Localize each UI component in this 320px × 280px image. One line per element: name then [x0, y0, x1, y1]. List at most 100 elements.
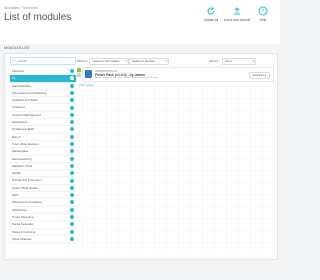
sidebar-item-label: Mobile [12, 171, 21, 176]
count-badge [70, 112, 74, 117]
sidebar-item-label: Emailing & SMS [12, 127, 34, 132]
sidebar-item-label: Taxes & Invoicing [12, 229, 36, 234]
search-input[interactable] [18, 58, 74, 64]
configure-button[interactable]: Configure ▾ [248, 71, 270, 79]
sort-label: Sort by [209, 59, 219, 63]
sidebar-item[interactable]: Content Management [10, 112, 76, 120]
sidebar-item-label: SEO [12, 193, 19, 198]
count-badge [70, 207, 74, 212]
modules-list-label: MODULES LIST [4, 46, 30, 50]
count-badge [70, 156, 74, 161]
sidebar-item[interactable]: Analytics and Stats [10, 97, 76, 105]
count-badge [70, 236, 74, 241]
count-badge [70, 171, 74, 176]
sidebar-item[interactable]: Merchandizing [10, 156, 76, 163]
count-badge [70, 134, 74, 139]
sidebar-item[interactable]: Checkout [10, 104, 76, 112]
count-badge [70, 83, 74, 88]
chevron-down-icon: ▾ [264, 73, 266, 77]
sidebar-item-label: Front office features [12, 141, 39, 146]
refresh-icon [207, 7, 215, 15]
sidebar-item-label: Checkout [12, 105, 25, 110]
sidebar-item[interactable]: Quick / Bulk update [10, 185, 76, 193]
count-badge [70, 229, 74, 234]
sort-select[interactable]: Name ▾ [222, 58, 256, 65]
count-badge [70, 76, 74, 81]
filter-label: Filter by [77, 59, 88, 63]
sidebar-item-label: Quick / Bulk update [12, 185, 39, 190]
sidebar-item-label: Marketplace [12, 149, 29, 154]
count-badge [70, 163, 74, 168]
count-badge [70, 193, 74, 198]
breadcrumb[interactable]: Modules / Services [4, 5, 38, 10]
sidebar-item-label: Administration [12, 83, 32, 88]
sidebar-item[interactable]: Front office features [10, 141, 76, 149]
count-badge [70, 90, 74, 95]
sidebar-item[interactable]: Social Networks [10, 221, 76, 229]
sidebar-item[interactable]: Migration Tools [10, 163, 76, 171]
count-badge [70, 105, 74, 110]
toolbar: Update All Add a new module ? Help [202, 6, 272, 22]
chevron-down-icon: ▾ [165, 60, 167, 63]
sidebar-item-label: Merchandizing [12, 156, 32, 161]
count-badge [70, 149, 74, 154]
sidebar-item-label: Pricing and Promotion [12, 178, 42, 183]
sidebar-item[interactable]: Other Modules [10, 236, 76, 244]
help-label: Help [259, 18, 267, 22]
help-button[interactable]: ? Help [254, 6, 272, 22]
sidebar-item-label: Social Networks [12, 222, 34, 227]
count-badge [70, 215, 74, 220]
page-title: List of modules [4, 12, 72, 23]
sidebar-item[interactable]: Emailing & SMS [10, 126, 76, 134]
sidebar-item-label: Smart Shopping [12, 214, 34, 219]
sidebar-item-label: Analytics and Stats [12, 98, 38, 103]
sidebar-item[interactable]: Taxes & Invoicing [10, 229, 76, 236]
module-item: ADMINISTRATION Power Pack (v1.0.0) - by … [82, 67, 274, 82]
configure-label: Configure [252, 73, 264, 77]
sidebar-item[interactable]: Administration [10, 83, 76, 90]
sort-value: Name [225, 60, 232, 63]
sidebar-item-label: All [12, 76, 16, 81]
count-badge [70, 98, 74, 103]
chevron-down-icon: ▾ [125, 60, 127, 63]
sidebar-item-label: Dashboard [12, 120, 27, 125]
upload-icon [234, 7, 240, 15]
sidebar-item[interactable]: Favorites [10, 68, 76, 76]
sidebar-item[interactable]: Mobile [10, 170, 76, 178]
count-badge [70, 120, 74, 125]
sidebar-item-label: Migration Tools [12, 163, 33, 168]
grid-view-icon[interactable] [77, 68, 81, 72]
list-view-icon[interactable] [77, 73, 81, 77]
search-icon [13, 59, 16, 62]
category-list: Favorites All Administration Advertising an… [10, 68, 76, 244]
module-description: Allows to increase the shop's features a… [95, 76, 159, 79]
module-logo [85, 70, 92, 78]
count-badge [70, 222, 74, 227]
sidebar-item[interactable]: SEO [10, 192, 76, 200]
add-module-label: Add a new module [223, 18, 251, 22]
sidebar-item[interactable]: Export [10, 134, 76, 141]
count-badge [70, 69, 74, 74]
sidebar-item[interactable]: Pricing and Promotion [10, 177, 76, 185]
sidebar-item-label: Export [12, 134, 21, 139]
sidebar-item[interactable]: Dashboard [10, 119, 76, 127]
sidebar-item[interactable]: Slideshows [10, 207, 76, 214]
page-header: Modules / Services List of modules Updat… [0, 0, 280, 45]
search-box[interactable] [10, 57, 76, 65]
sidebar-item[interactable]: Smart Shopping [10, 214, 76, 222]
view-toggle [77, 68, 81, 78]
count-badge [70, 185, 74, 190]
update-all-label: Update All [203, 18, 219, 22]
sidebar-item[interactable]: Advertising and Marketing [10, 90, 76, 98]
chevron-down-icon: ▾ [252, 60, 254, 63]
status-filter-select[interactable]: Enabled & Disabled ▾ [129, 58, 169, 65]
sidebar-item[interactable]: Shipping and Logistics [10, 199, 76, 207]
add-module-button[interactable]: Add a new module [224, 6, 250, 22]
help-icon: ? [258, 6, 268, 16]
count-badge [70, 127, 74, 132]
update-all-button[interactable]: Update All [202, 6, 220, 22]
install-filter-select[interactable]: Installed & Not Installed ▾ [89, 58, 129, 65]
module-list-area: Filter by Installed & Not Installed ▾ En… [77, 57, 274, 254]
sidebar-item[interactable]: Marketplace [10, 148, 76, 156]
sidebar-item[interactable]: All [10, 75, 76, 83]
